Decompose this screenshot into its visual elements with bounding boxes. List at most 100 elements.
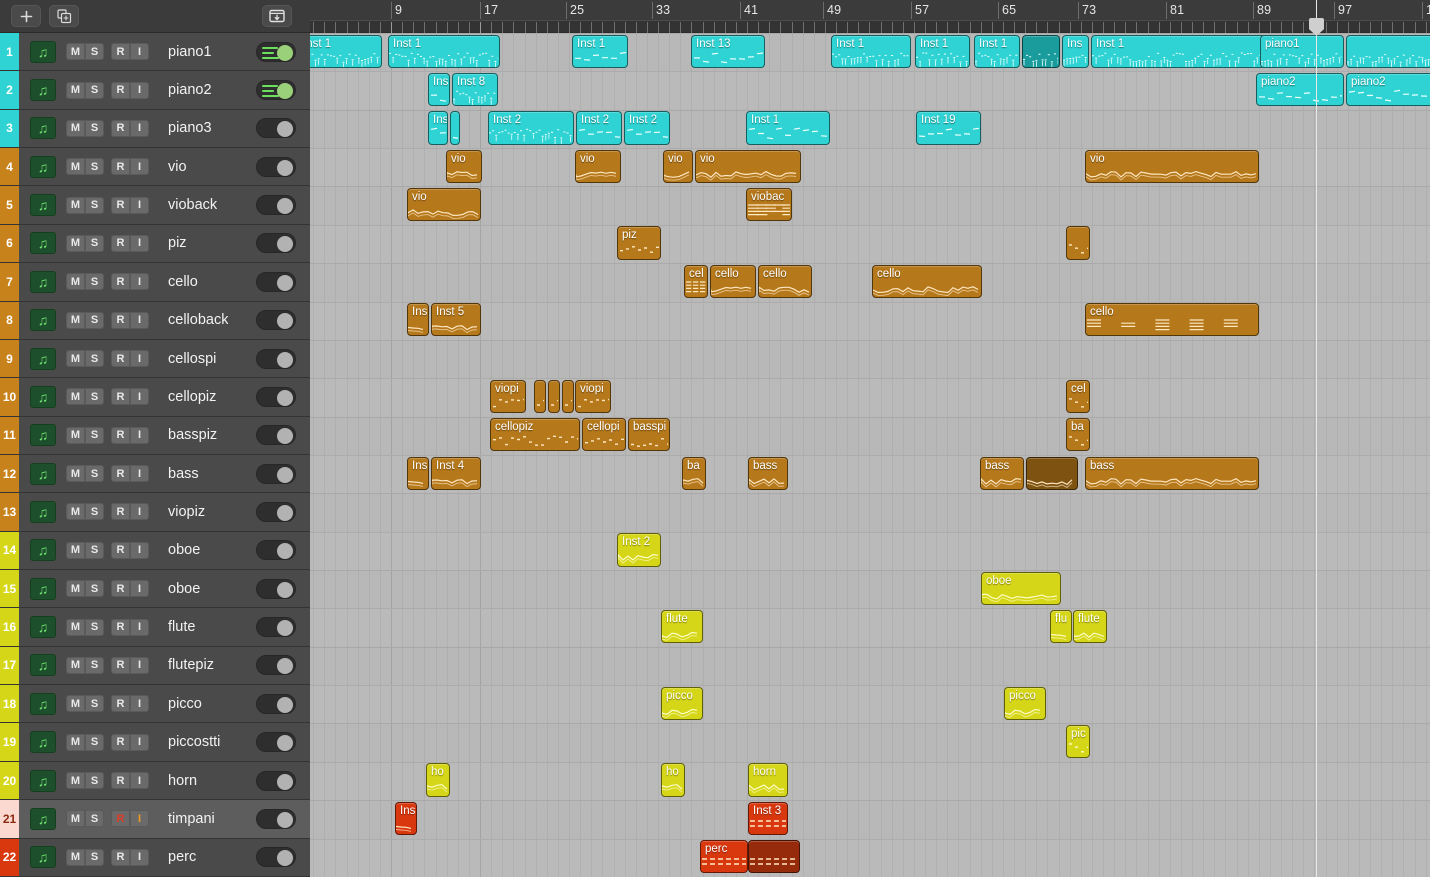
arrange-region[interactable]: Inst 4: [431, 456, 481, 490]
arrange-region[interactable]: [548, 379, 560, 414]
solo-button[interactable]: S: [85, 465, 104, 483]
midi-instrument-icon[interactable]: ♫: [30, 769, 56, 792]
track-name[interactable]: piz: [168, 235, 187, 251]
track-name[interactable]: celloback: [168, 312, 228, 328]
mute-button[interactable]: M: [66, 810, 85, 828]
track-automation-toggle[interactable]: [256, 501, 296, 522]
mute-button[interactable]: M: [66, 541, 85, 559]
midi-instrument-icon[interactable]: ♫: [30, 500, 56, 523]
arrange-region[interactable]: Inst 1: [746, 111, 830, 145]
track-automation-toggle[interactable]: [256, 271, 296, 292]
arrange-region[interactable]: Ins: [428, 111, 448, 145]
input-monitor-button[interactable]: I: [130, 580, 149, 598]
arrange-region[interactable]: vio: [1085, 149, 1259, 183]
record-enable-button[interactable]: R: [111, 81, 130, 99]
arrange-region[interactable]: [748, 840, 800, 874]
track-automation-toggle[interactable]: [256, 693, 296, 714]
solo-button[interactable]: S: [85, 426, 104, 444]
solo-button[interactable]: S: [85, 81, 104, 99]
input-monitor-button[interactable]: I: [130, 426, 149, 444]
arrange-region[interactable]: oboe: [981, 571, 1061, 605]
duplicate-track-button[interactable]: [49, 5, 79, 27]
input-monitor-button[interactable]: I: [130, 388, 149, 406]
mute-button[interactable]: M: [66, 426, 85, 444]
record-enable-button[interactable]: R: [111, 273, 130, 291]
midi-instrument-icon[interactable]: ♫: [30, 462, 56, 485]
solo-button[interactable]: S: [85, 503, 104, 521]
arrange-region[interactable]: cel: [684, 264, 708, 299]
midi-instrument-icon[interactable]: ♫: [30, 309, 56, 332]
input-monitor-button[interactable]: I: [130, 196, 149, 214]
solo-button[interactable]: S: [85, 618, 104, 636]
track-number[interactable]: 3: [0, 109, 19, 148]
track-name[interactable]: piccostti: [168, 734, 220, 750]
arrange-canvas[interactable]: Inst 1 Inst 1 Inst 1 Inst 13 Inst 1 Inst 1 Ins…: [310, 33, 1430, 877]
solo-button[interactable]: S: [85, 848, 104, 866]
arrange-region[interactable]: Ins: [407, 303, 429, 337]
track-number[interactable]: 15: [0, 570, 19, 608]
arrange-region[interactable]: bass: [1085, 456, 1259, 490]
record-enable-button[interactable]: R: [111, 43, 130, 61]
track-number[interactable]: 14: [0, 531, 19, 570]
midi-instrument-icon[interactable]: ♫: [30, 654, 56, 677]
mute-button[interactable]: M: [66, 158, 85, 176]
record-enable-button[interactable]: R: [111, 426, 130, 444]
solo-button[interactable]: S: [85, 311, 104, 329]
mute-button[interactable]: M: [66, 234, 85, 252]
solo-button[interactable]: S: [85, 695, 104, 713]
arrange-region[interactable]: Inst 1: [1091, 34, 1278, 68]
track-name[interactable]: oboe: [168, 542, 200, 558]
track-name[interactable]: viopiz: [168, 504, 205, 520]
mute-button[interactable]: M: [66, 656, 85, 674]
track-header-row[interactable]: 21 ♫ M S R Itimpani: [0, 800, 310, 839]
arrange-region[interactable]: cello: [758, 264, 812, 299]
record-enable-button[interactable]: R: [111, 810, 130, 828]
midi-instrument-icon[interactable]: ♫: [30, 232, 56, 255]
midi-instrument-icon[interactable]: ♫: [30, 270, 56, 293]
track-name[interactable]: timpani: [168, 811, 215, 827]
track-automation-toggle[interactable]: [256, 655, 296, 676]
track-number[interactable]: 6: [0, 224, 19, 263]
mute-button[interactable]: M: [66, 350, 85, 368]
mute-button[interactable]: M: [66, 388, 85, 406]
midi-instrument-icon[interactable]: ♫: [30, 117, 56, 140]
track-number[interactable]: 21: [0, 800, 19, 838]
arrange-region[interactable]: Inst 2: [576, 111, 622, 145]
arrange-region[interactable]: vio: [575, 149, 621, 183]
arrange-region[interactable]: viobac: [746, 187, 792, 222]
track-number[interactable]: 16: [0, 608, 19, 646]
midi-instrument-icon[interactable]: ♫: [30, 347, 56, 370]
track-number[interactable]: 7: [0, 263, 19, 301]
arrange-region[interactable]: [450, 111, 460, 145]
track-header-row[interactable]: 12 ♫ M S R Ibass: [0, 454, 310, 494]
solo-button[interactable]: S: [85, 580, 104, 598]
track-name[interactable]: bass: [168, 466, 199, 482]
track-number[interactable]: 8: [0, 301, 19, 339]
mute-button[interactable]: M: [66, 733, 85, 751]
arrange-region[interactable]: piz: [617, 226, 661, 260]
record-enable-button[interactable]: R: [111, 234, 130, 252]
input-monitor-button[interactable]: I: [130, 656, 149, 674]
track-header-row[interactable]: 6 ♫ M S R Ipiz: [0, 224, 310, 264]
arrange-region[interactable]: vio: [663, 149, 693, 183]
input-monitor-button[interactable]: I: [130, 618, 149, 636]
record-enable-button[interactable]: R: [111, 158, 130, 176]
midi-instrument-icon[interactable]: ♫: [30, 692, 56, 715]
track-header-row[interactable]: 4 ♫ M S R Ivio: [0, 148, 310, 187]
arrange-region[interactable]: [534, 379, 546, 414]
mute-button[interactable]: M: [66, 848, 85, 866]
track-number[interactable]: 18: [0, 685, 19, 723]
track-number[interactable]: 9: [0, 339, 19, 378]
arrange-region[interactable]: Inst 1: [974, 34, 1020, 68]
track-name[interactable]: piano1: [168, 44, 212, 60]
record-enable-button[interactable]: R: [111, 388, 130, 406]
arrange-region[interactable]: horn: [748, 763, 788, 797]
track-automation-toggle[interactable]: [256, 118, 296, 139]
track-name[interactable]: cellopiz: [168, 389, 216, 405]
mute-button[interactable]: M: [66, 465, 85, 483]
record-enable-button[interactable]: R: [111, 618, 130, 636]
track-header-row[interactable]: 17 ♫ M S R Iflutepiz: [0, 646, 310, 686]
track-header-row[interactable]: 11 ♫ M S R Ibasspiz: [0, 416, 310, 455]
arrange-region[interactable]: Inst 1: [388, 34, 500, 68]
input-monitor-button[interactable]: I: [130, 273, 149, 291]
